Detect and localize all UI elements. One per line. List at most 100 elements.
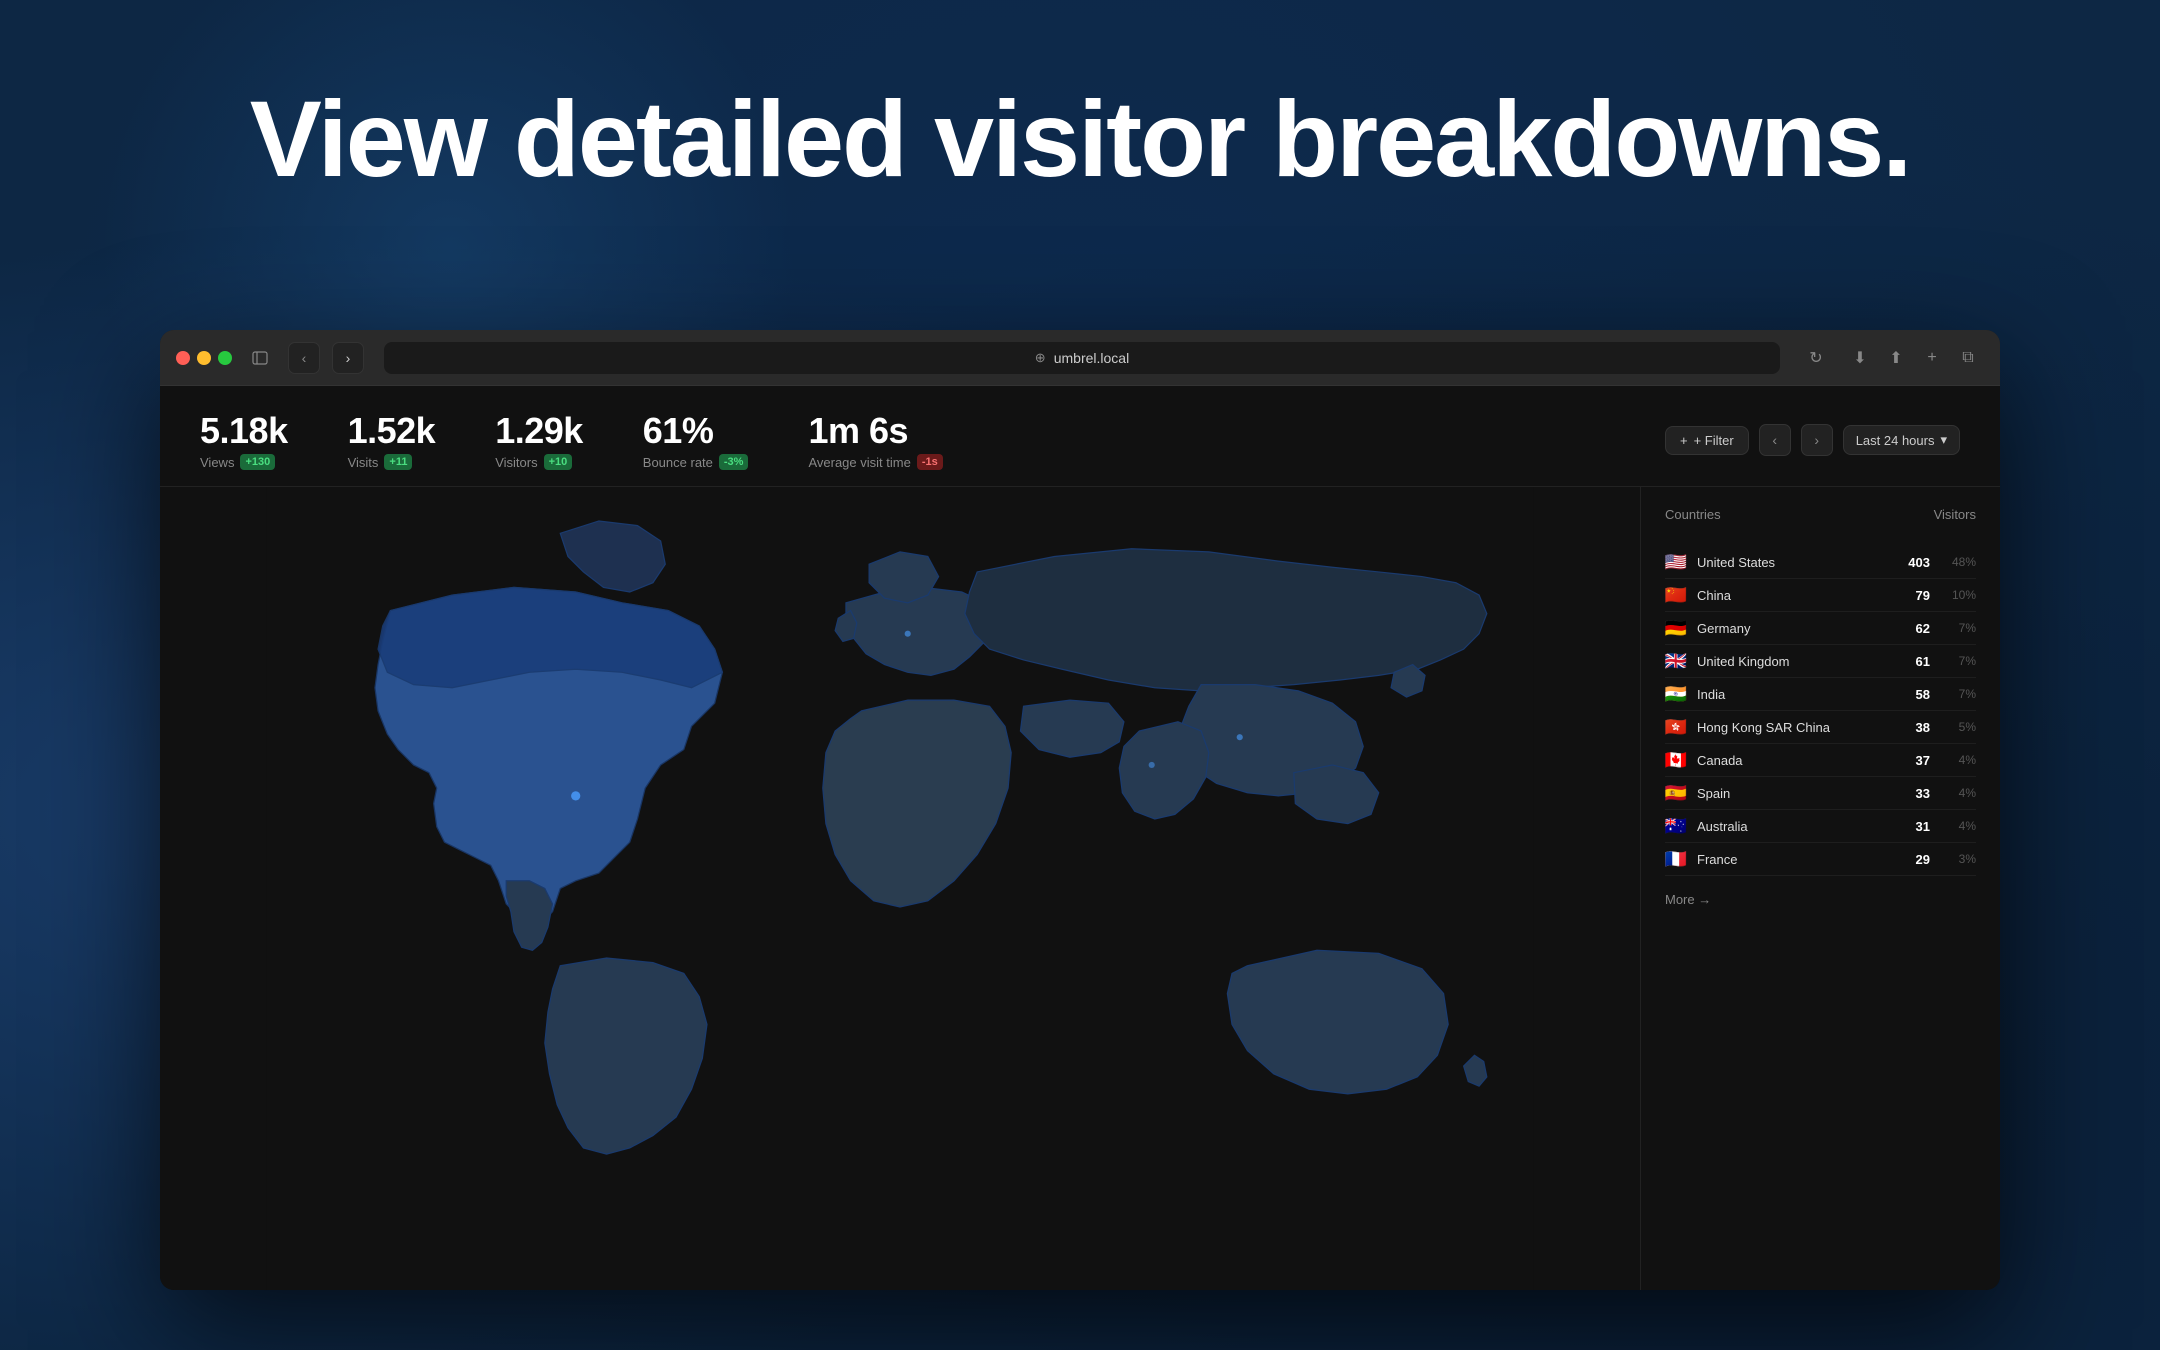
country-count-2: 62 [1898,621,1930,636]
country-pct-7: 4% [1944,786,1976,800]
chevron-left-icon: ‹ [302,350,307,366]
country-flag-6: 🇨🇦 [1665,752,1687,768]
stat-bounce-value: 61% [643,410,749,452]
country-name-5: Hong Kong SAR China [1697,720,1898,735]
stat-avg-visit: 1m 6s Average visit time -1s [808,410,942,470]
country-row[interactable]: 🇨🇦 Canada 37 4% [1665,744,1976,777]
stat-bounce-rate: 61% Bounce rate -3% [643,410,749,470]
reload-button[interactable]: ↻ [1800,344,1832,372]
filter-label: + Filter [1694,433,1734,448]
country-pct-2: 7% [1944,621,1976,635]
country-pct-4: 7% [1944,687,1976,701]
country-row[interactable]: 🇮🇳 India 58 7% [1665,678,1976,711]
country-count-8: 31 [1898,819,1930,834]
country-flag-4: 🇮🇳 [1665,686,1687,702]
more-label: More → [1665,892,1711,907]
stat-views-badge: +130 [240,454,275,470]
stat-visitors-badge: +10 [544,454,573,470]
country-flag-0: 🇺🇸 [1665,554,1687,570]
country-count-6: 37 [1898,753,1930,768]
minimize-button[interactable] [197,351,211,365]
stat-visitors: 1.29k Visitors +10 [495,410,583,470]
country-pct-5: 5% [1944,720,1976,734]
country-row[interactable]: 🇨🇳 China 79 10% [1665,579,1976,612]
country-row[interactable]: 🇩🇪 Germany 62 7% [1665,612,1976,645]
country-count-7: 33 [1898,786,1930,801]
country-flag-8: 🇦🇺 [1665,818,1687,834]
new-tab-button[interactable]: + [1916,344,1948,372]
chevron-left-nav-icon: ‹ [1772,432,1777,448]
country-pct-6: 4% [1944,753,1976,767]
country-flag-7: 🇪🇸 [1665,785,1687,801]
address-bar[interactable]: ⊕ umbrel.local [384,342,1780,374]
country-row[interactable]: 🇪🇸 Spain 33 4% [1665,777,1976,810]
main-content: Countries Visitors 🇺🇸 United States 403 … [160,487,2000,1290]
privacy-icon: ⊕ [1035,350,1046,366]
country-name-9: France [1697,852,1898,867]
stat-views-label: Views [200,455,234,470]
time-range-selector[interactable]: Last 24 hours ▾ [1843,425,1960,455]
country-count-1: 79 [1898,588,1930,603]
back-button[interactable]: ‹ [288,342,320,374]
close-button[interactable] [176,351,190,365]
stat-views-value: 5.18k [200,410,288,452]
country-row[interactable]: 🇭🇰 Hong Kong SAR China 38 5% [1665,711,1976,744]
stat-bounce-label: Bounce rate [643,455,713,470]
forward-button[interactable]: › [332,342,364,374]
stats-bar: 5.18k Views +130 1.52k Visits +11 1.29k … [160,386,2000,487]
stat-visits-value: 1.52k [348,410,436,452]
map-area [160,487,1640,1290]
maximize-button[interactable] [218,351,232,365]
country-name-0: United States [1697,555,1898,570]
stat-visits-badge: +11 [384,454,412,470]
sidebar-toggle-button[interactable] [244,344,276,372]
chevron-right-nav-icon: › [1814,432,1819,448]
country-count-4: 58 [1898,687,1930,702]
country-name-2: Germany [1697,621,1898,636]
stat-visits: 1.52k Visits +11 [348,410,436,470]
country-rows-list: 🇺🇸 United States 403 48% 🇨🇳 China 79 10%… [1665,546,1976,876]
country-flag-3: 🇬🇧 [1665,653,1687,669]
country-row[interactable]: 🇺🇸 United States 403 48% [1665,546,1976,579]
dashboard: 5.18k Views +130 1.52k Visits +11 1.29k … [160,386,2000,1290]
reload-icon: ↻ [1809,348,1822,368]
chrome-actions: ⬇ ⬆ + ⧉ [1844,344,1984,372]
tabs-button[interactable]: ⧉ [1952,344,1984,372]
country-count-0: 403 [1898,555,1930,570]
browser-chrome: ‹ › ⊕ umbrel.local ↻ ⬇ ⬆ + ⧉ [160,330,2000,386]
country-name-1: China [1697,588,1898,603]
country-flag-1: 🇨🇳 [1665,587,1687,603]
country-name-6: Canada [1697,753,1898,768]
country-row[interactable]: 🇦🇺 Australia 31 4% [1665,810,1976,843]
country-row[interactable]: 🇬🇧 United Kingdom 61 7% [1665,645,1976,678]
more-link[interactable]: More → [1665,892,1976,907]
stat-avg-badge: -1s [917,454,943,470]
filter-button[interactable]: + + Filter [1665,426,1749,455]
url-text: umbrel.local [1054,350,1129,366]
time-range-label: Last 24 hours [1856,433,1935,448]
next-period-button[interactable]: › [1801,424,1833,456]
prev-period-button[interactable]: ‹ [1759,424,1791,456]
stat-views: 5.18k Views +130 [200,410,288,470]
stat-bounce-badge: -3% [719,454,749,470]
chevron-down-icon: ▾ [1940,432,1947,448]
country-pct-0: 48% [1944,555,1976,569]
country-name-8: Australia [1697,819,1898,834]
country-flag-5: 🇭🇰 [1665,719,1687,735]
stat-visits-label: Visits [348,455,379,470]
country-name-3: United Kingdom [1697,654,1898,669]
filter-icon: + [1680,433,1688,448]
download-button[interactable]: ⬇ [1844,344,1876,372]
stat-visitors-value: 1.29k [495,410,583,452]
country-count-3: 61 [1898,654,1930,669]
share-button[interactable]: ⬆ [1880,344,1912,372]
country-pct-8: 4% [1944,819,1976,833]
stat-avg-value: 1m 6s [808,410,942,452]
country-row[interactable]: 🇫🇷 France 29 3% [1665,843,1976,876]
country-count-9: 29 [1898,852,1930,867]
col-visitors-label: Visitors [1934,507,1976,522]
country-count-5: 38 [1898,720,1930,735]
countries-panel: Countries Visitors 🇺🇸 United States 403 … [1640,487,2000,1290]
panel-header: Countries Visitors [1665,507,1976,530]
country-name-4: India [1697,687,1898,702]
